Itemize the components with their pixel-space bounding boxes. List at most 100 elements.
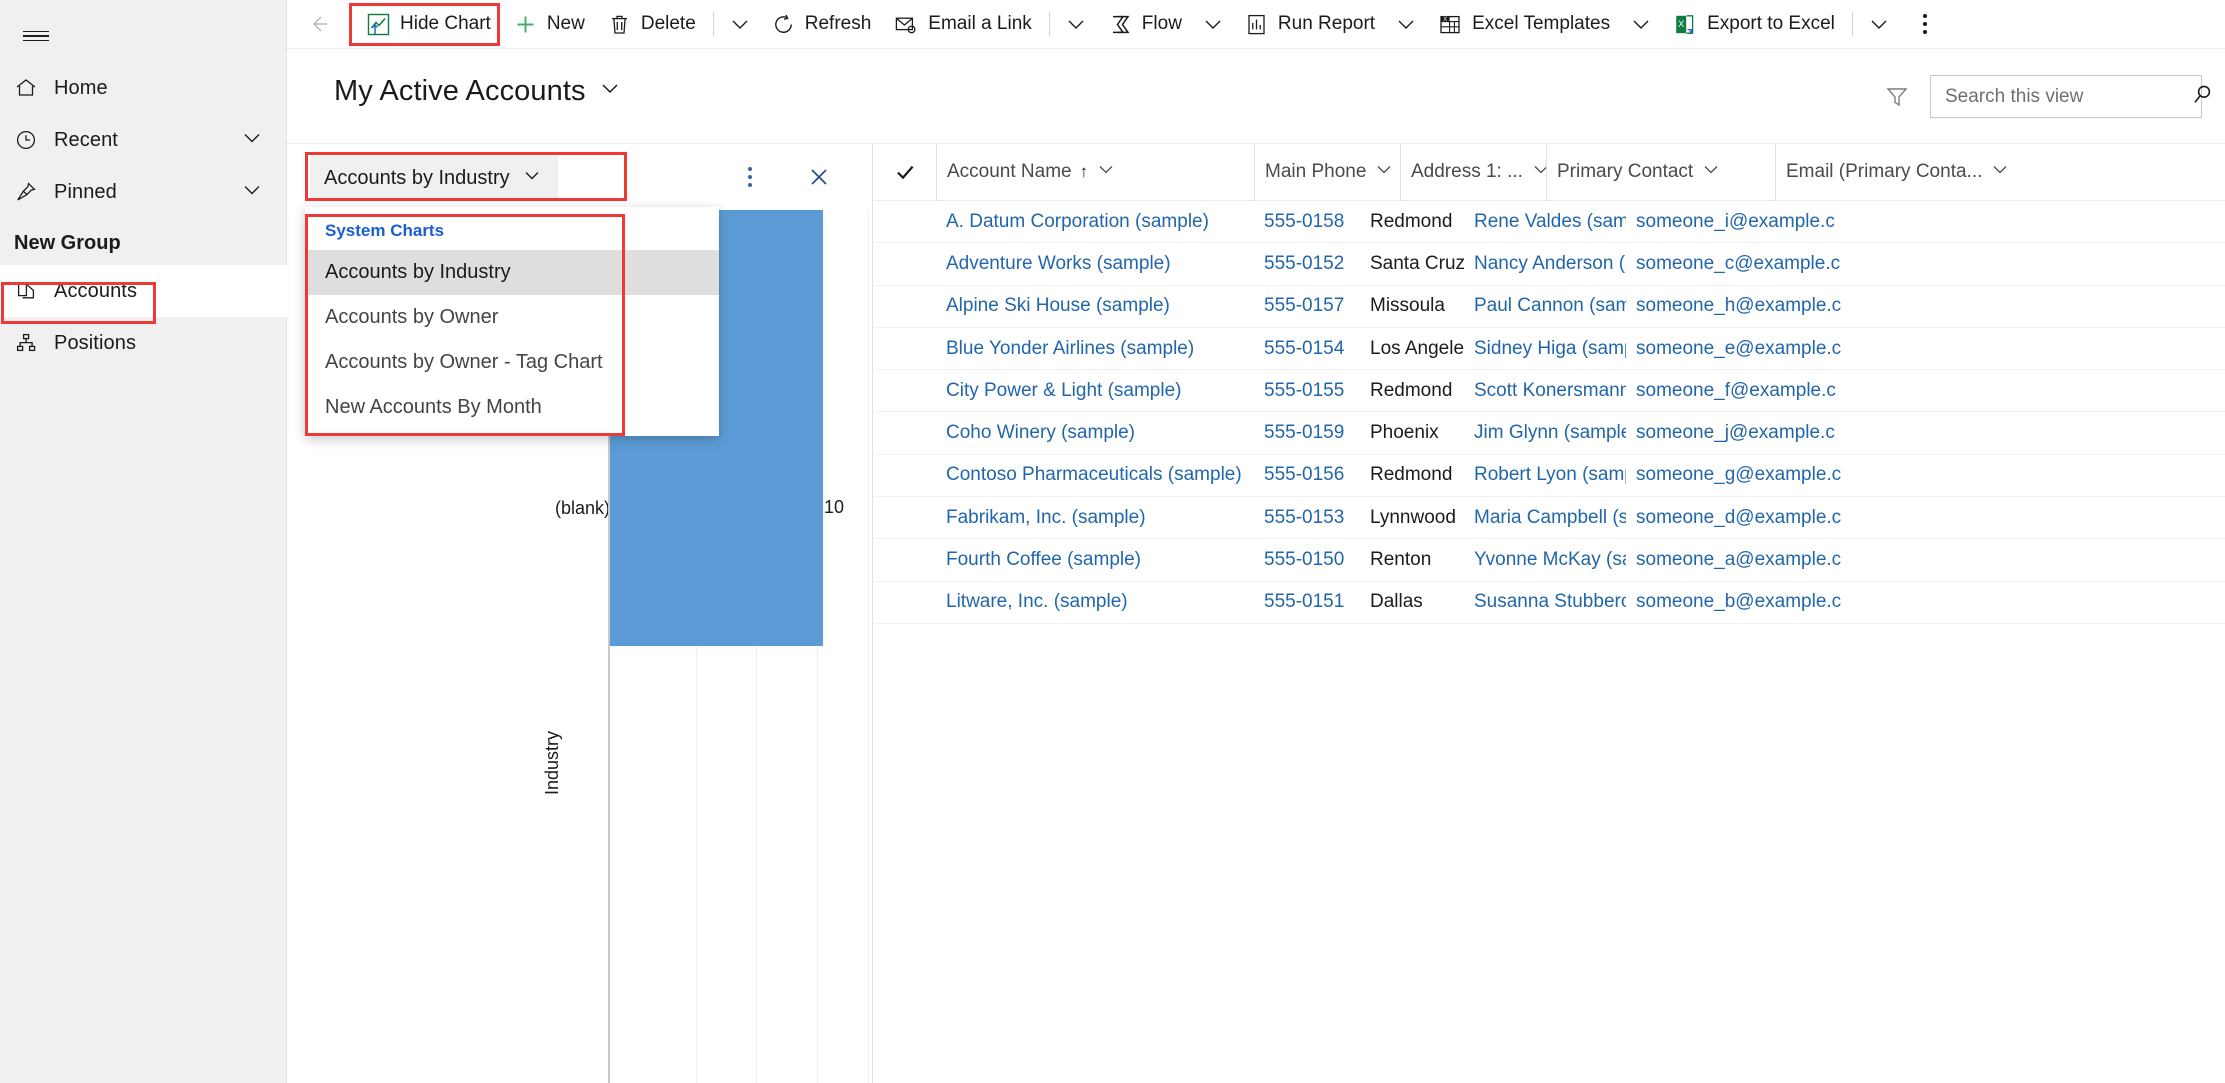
table-row[interactable]: Litware, Inc. (sample) 555-0151 Dallas S… bbox=[874, 582, 2225, 624]
back-arrow-icon[interactable] bbox=[295, 0, 341, 49]
sidebar-item-pinned[interactable]: Pinned bbox=[0, 166, 287, 218]
menu-item-accounts-by-owner[interactable]: Accounts by Owner bbox=[305, 295, 719, 340]
row-checkbox[interactable] bbox=[874, 497, 936, 539]
run-report-caret[interactable] bbox=[1386, 0, 1426, 49]
column-header-primary-contact[interactable]: Primary Contact bbox=[1546, 144, 1775, 201]
row-checkbox[interactable] bbox=[874, 370, 936, 412]
cell-primary-contact[interactable]: Scott Konersmann (sam bbox=[1464, 370, 1626, 412]
hamburger-icon[interactable] bbox=[10, 14, 62, 58]
row-checkbox[interactable] bbox=[874, 327, 936, 369]
chart-more-options-button[interactable] bbox=[735, 160, 765, 194]
chevron-down-icon[interactable] bbox=[598, 75, 622, 108]
cell-email[interactable]: someone_i@example.c bbox=[1626, 201, 1916, 243]
cell-primary-contact[interactable]: Paul Cannon (sample).. bbox=[1464, 285, 1626, 327]
export-to-excel-caret[interactable] bbox=[1859, 0, 1899, 49]
excel-templates-button[interactable]: X Excel Templates bbox=[1426, 0, 1621, 49]
row-checkbox[interactable] bbox=[874, 539, 936, 581]
cell-primary-contact[interactable]: Robert Lyon (sample) bbox=[1464, 454, 1626, 496]
flow-button[interactable]: Flow bbox=[1096, 0, 1193, 49]
sidebar-item-recent[interactable]: Recent bbox=[0, 114, 287, 166]
cell-email[interactable]: someone_h@example.c bbox=[1626, 285, 1916, 327]
cell-account-name[interactable]: Alpine Ski House (sample) bbox=[936, 285, 1254, 327]
cell-primary-contact[interactable]: Nancy Anderson (samp bbox=[1464, 243, 1626, 285]
chart-selector-dropdown[interactable]: Accounts by Industry bbox=[310, 156, 558, 200]
cell-email[interactable]: someone_j@example.c bbox=[1626, 412, 1916, 454]
search-icon[interactable] bbox=[2190, 82, 2215, 112]
select-all-checkbox[interactable] bbox=[874, 144, 936, 201]
delete-button[interactable]: Delete bbox=[596, 0, 707, 49]
row-checkbox[interactable] bbox=[874, 201, 936, 243]
chevron-down-icon[interactable] bbox=[1374, 159, 1394, 185]
chevron-down-icon[interactable] bbox=[1990, 159, 2010, 185]
new-button[interactable]: New bbox=[502, 0, 596, 49]
menu-item-new-accounts-by-month[interactable]: New Accounts By Month bbox=[305, 385, 719, 430]
table-row[interactable]: Coho Winery (sample) 555-0159 Phoenix Ji… bbox=[874, 412, 2225, 455]
hide-chart-button[interactable]: Hide Chart bbox=[355, 0, 502, 49]
cell-email[interactable]: someone_a@example.c bbox=[1626, 539, 1916, 581]
table-row[interactable]: Fourth Coffee (sample) 555-0150 Renton Y… bbox=[874, 539, 2225, 582]
row-checkbox[interactable] bbox=[874, 454, 936, 496]
sidebar-item-accounts[interactable]: Accounts bbox=[0, 265, 287, 317]
delete-caret[interactable] bbox=[720, 0, 760, 49]
cell-email[interactable]: someone_e@example.c bbox=[1626, 327, 1916, 369]
cell-email[interactable]: someone_c@example.c bbox=[1626, 243, 1916, 285]
cell-main-phone[interactable]: 555-0152 bbox=[1254, 243, 1360, 285]
table-row[interactable]: A. Datum Corporation (sample) 555-0158 R… bbox=[874, 201, 2225, 244]
cell-account-name[interactable]: City Power & Light (sample) bbox=[936, 370, 1254, 412]
cell-main-phone[interactable]: 555-0156 bbox=[1254, 454, 1360, 496]
chevron-down-icon[interactable] bbox=[1701, 159, 1721, 185]
cell-main-phone[interactable]: 555-0154 bbox=[1254, 327, 1360, 369]
cell-account-name[interactable]: Contoso Pharmaceuticals (sample) bbox=[936, 454, 1254, 496]
cell-main-phone[interactable]: 555-0157 bbox=[1254, 285, 1360, 327]
cell-account-name[interactable]: Coho Winery (sample) bbox=[936, 412, 1254, 454]
menu-item-accounts-by-owner-tag-chart[interactable]: Accounts by Owner - Tag Chart bbox=[305, 340, 719, 385]
table-row[interactable]: Fabrikam, Inc. (sample) 555-0153 Lynnwoo… bbox=[874, 497, 2225, 540]
flow-caret[interactable] bbox=[1193, 0, 1233, 49]
column-header-main-phone[interactable]: Main Phone bbox=[1254, 144, 1400, 201]
cell-primary-contact[interactable]: Rene Valdes (sample) bbox=[1464, 201, 1626, 243]
search-input[interactable] bbox=[1945, 85, 2190, 108]
cell-account-name[interactable]: Fabrikam, Inc. (sample) bbox=[936, 497, 1254, 539]
table-row[interactable]: Blue Yonder Airlines (sample) 555-0154 L… bbox=[874, 327, 2225, 371]
cell-primary-contact[interactable]: Susanna Stubberod (sa bbox=[1464, 581, 1626, 623]
excel-templates-caret[interactable] bbox=[1621, 0, 1661, 49]
cell-main-phone[interactable]: 555-0153 bbox=[1254, 497, 1360, 539]
column-header-account-name[interactable]: Account Name ↑ bbox=[936, 144, 1254, 201]
table-row[interactable]: Alpine Ski House (sample) 555-0157 Misso… bbox=[874, 286, 2225, 328]
chevron-down-icon[interactable] bbox=[239, 177, 265, 208]
more-vertical-icon[interactable] bbox=[1903, 0, 1947, 49]
cell-account-name[interactable]: A. Datum Corporation (sample) bbox=[936, 201, 1254, 243]
cell-account-name[interactable]: Adventure Works (sample) bbox=[936, 243, 1254, 285]
sidebar-item-home[interactable]: Home bbox=[0, 62, 287, 114]
chevron-down-icon[interactable] bbox=[522, 165, 542, 191]
cell-main-phone[interactable]: 555-0159 bbox=[1254, 412, 1360, 454]
cell-primary-contact[interactable]: Jim Glynn (sample) bbox=[1464, 412, 1626, 454]
table-row[interactable]: Contoso Pharmaceuticals (sample) 555-015… bbox=[874, 454, 2225, 498]
cell-main-phone[interactable]: 555-0150 bbox=[1254, 539, 1360, 581]
row-checkbox[interactable] bbox=[874, 285, 936, 327]
cell-account-name[interactable]: Litware, Inc. (sample) bbox=[936, 581, 1254, 623]
sidebar-item-positions[interactable]: Positions bbox=[0, 317, 287, 369]
cell-account-name[interactable]: Blue Yonder Airlines (sample) bbox=[936, 327, 1254, 369]
email-a-link-button[interactable]: Email a Link bbox=[882, 0, 1043, 49]
column-header-email-primary-contact[interactable]: Email (Primary Conta... bbox=[1775, 144, 2065, 201]
search-box[interactable] bbox=[1930, 75, 2211, 118]
chevron-down-icon[interactable] bbox=[1531, 159, 1546, 185]
cell-email[interactable]: someone_f@example.c bbox=[1626, 370, 1916, 412]
cell-primary-contact[interactable]: Sidney Higa (sample) bbox=[1464, 327, 1626, 369]
chevron-down-icon[interactable] bbox=[1096, 159, 1116, 185]
email-a-link-caret[interactable] bbox=[1056, 0, 1096, 49]
cell-account-name[interactable]: Fourth Coffee (sample) bbox=[936, 539, 1254, 581]
table-row[interactable]: City Power & Light (sample) 555-0155 Red… bbox=[874, 370, 2225, 413]
filter-icon[interactable] bbox=[1879, 79, 1915, 115]
cell-primary-contact[interactable]: Maria Campbell (sampl bbox=[1464, 497, 1626, 539]
column-header-address-1[interactable]: Address 1: ... bbox=[1400, 144, 1546, 201]
row-checkbox[interactable] bbox=[874, 243, 936, 285]
cell-main-phone[interactable]: 555-0158 bbox=[1254, 201, 1360, 243]
refresh-button[interactable]: Refresh bbox=[760, 0, 883, 49]
cell-main-phone[interactable]: 555-0151 bbox=[1254, 581, 1360, 623]
chart-close-button[interactable] bbox=[800, 158, 838, 196]
run-report-button[interactable]: Run Report bbox=[1233, 0, 1386, 49]
export-to-excel-button[interactable]: X Export to Excel bbox=[1661, 0, 1846, 49]
row-checkbox[interactable] bbox=[874, 412, 936, 454]
